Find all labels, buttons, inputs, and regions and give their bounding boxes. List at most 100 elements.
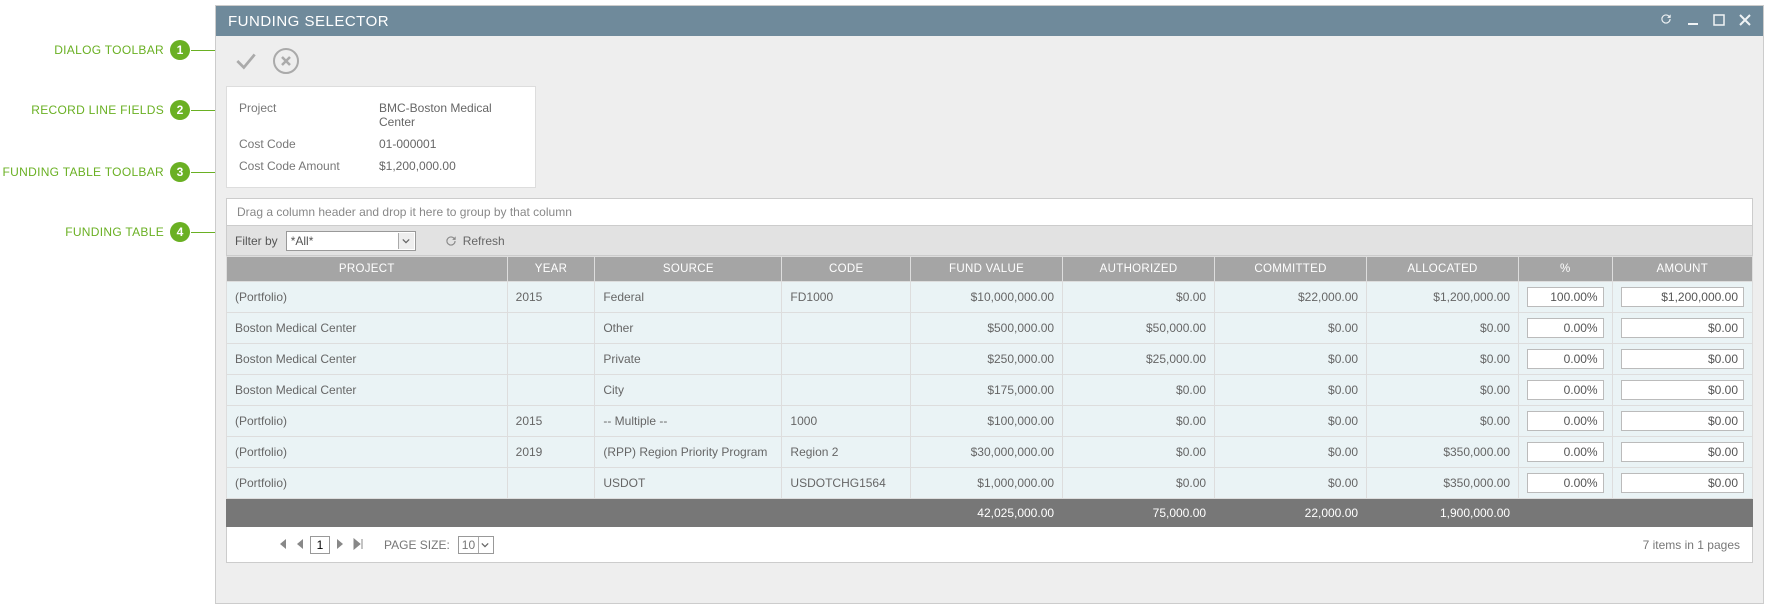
cell-amount [1612, 282, 1752, 313]
chevron-down-icon [398, 233, 414, 249]
first-page-icon[interactable] [274, 537, 290, 553]
dialog-title: FUNDING SELECTOR [228, 13, 1659, 30]
cell-authorized: $0.00 [1063, 468, 1215, 499]
last-page-icon[interactable] [350, 537, 366, 553]
cell-allocated: $350,000.00 [1367, 468, 1519, 499]
cell-source: Other [595, 313, 782, 344]
funding-selector-dialog: FUNDING SELECTOR [215, 5, 1764, 604]
cell-code: Region 2 [782, 437, 911, 468]
table-row[interactable]: Boston Medical CenterOther$500,000.00$50… [227, 313, 1753, 344]
amount-input[interactable] [1621, 473, 1744, 493]
table-row[interactable]: Boston Medical CenterCity$175,000.00$0.0… [227, 375, 1753, 406]
cell-committed: $0.00 [1215, 468, 1367, 499]
cell-pct [1519, 437, 1613, 468]
cell-project: (Portfolio) [227, 282, 508, 313]
page-input[interactable] [310, 536, 330, 554]
filter-label: Filter by [235, 234, 278, 248]
confirm-button[interactable] [231, 46, 261, 76]
cell-committed: $0.00 [1215, 406, 1367, 437]
pct-input[interactable] [1527, 473, 1604, 493]
col-fund-value[interactable]: FUND VALUE [911, 257, 1063, 282]
cell-project: (Portfolio) [227, 406, 508, 437]
col-code[interactable]: CODE [782, 257, 911, 282]
amount-input[interactable] [1621, 287, 1744, 307]
pct-input[interactable] [1527, 411, 1604, 431]
cell-pct [1519, 468, 1613, 499]
cell-fund_value: $250,000.00 [911, 344, 1063, 375]
amount-input[interactable] [1621, 380, 1744, 400]
minimize-icon[interactable] [1687, 13, 1699, 30]
col-source[interactable]: SOURCE [595, 257, 782, 282]
maximize-icon[interactable] [1713, 13, 1725, 30]
cell-pct [1519, 375, 1613, 406]
col-pct[interactable]: % [1519, 257, 1613, 282]
col-authorized[interactable]: AUTHORIZED [1063, 257, 1215, 282]
callout-badge: 3 [170, 162, 190, 182]
total-allocated: 1,900,000.00 [1367, 499, 1519, 527]
cell-year [507, 375, 595, 406]
pager: PAGE SIZE: 10 7 items in 1 pages [226, 527, 1753, 563]
callout-label: FUNDING TABLE TOOLBAR [3, 165, 164, 179]
col-year[interactable]: YEAR [507, 257, 595, 282]
refresh-button[interactable]: Refresh [444, 234, 505, 248]
cell-fund_value: $175,000.00 [911, 375, 1063, 406]
amount-input[interactable] [1621, 349, 1744, 369]
cancel-button[interactable] [273, 48, 299, 74]
cell-year: 2015 [507, 282, 595, 313]
cell-authorized: $50,000.00 [1063, 313, 1215, 344]
table-row[interactable]: (Portfolio)2015FederalFD1000$10,000,000.… [227, 282, 1753, 313]
pct-input[interactable] [1527, 349, 1604, 369]
cell-source: Federal [595, 282, 782, 313]
costcode-value: 01-000001 [379, 137, 436, 151]
amount-input[interactable] [1621, 318, 1744, 338]
table-row[interactable]: (Portfolio)2015-- Multiple --1000$100,00… [227, 406, 1753, 437]
refresh-icon[interactable] [1659, 12, 1673, 30]
prev-page-icon[interactable] [293, 537, 307, 553]
amount-value: $1,200,000.00 [379, 159, 456, 173]
pct-input[interactable] [1527, 287, 1604, 307]
cell-pct [1519, 406, 1613, 437]
cell-allocated: $1,200,000.00 [1367, 282, 1519, 313]
costcode-label: Cost Code [239, 137, 379, 151]
col-committed[interactable]: COMMITTED [1215, 257, 1367, 282]
table-row[interactable]: Boston Medical CenterPrivate$250,000.00$… [227, 344, 1753, 375]
cell-authorized: $0.00 [1063, 437, 1215, 468]
cell-code: USDOTCHG1564 [782, 468, 911, 499]
callout-label: DIALOG TOOLBAR [54, 43, 164, 57]
cell-source: (RPP) Region Priority Program [595, 437, 782, 468]
col-amount[interactable]: AMOUNT [1612, 257, 1752, 282]
amount-input[interactable] [1621, 411, 1744, 431]
table-row[interactable]: (Portfolio)2019(RPP) Region Priority Pro… [227, 437, 1753, 468]
refresh-label: Refresh [463, 234, 505, 248]
page-size-select[interactable]: 10 [458, 536, 494, 554]
cell-year: 2015 [507, 406, 595, 437]
cell-authorized: $0.00 [1063, 282, 1215, 313]
cell-year: 2019 [507, 437, 595, 468]
cell-project: (Portfolio) [227, 468, 508, 499]
cell-year [507, 344, 595, 375]
pct-input[interactable] [1527, 318, 1604, 338]
close-icon[interactable] [1739, 13, 1751, 30]
cell-fund_value: $30,000,000.00 [911, 437, 1063, 468]
cell-allocated: $0.00 [1367, 313, 1519, 344]
amount-input[interactable] [1621, 442, 1744, 462]
col-project[interactable]: PROJECT [227, 257, 508, 282]
cell-amount [1612, 468, 1752, 499]
cell-fund_value: $100,000.00 [911, 406, 1063, 437]
col-allocated[interactable]: ALLOCATED [1367, 257, 1519, 282]
project-label: Project [239, 101, 379, 129]
cell-allocated: $350,000.00 [1367, 437, 1519, 468]
pct-input[interactable] [1527, 442, 1604, 462]
total-fund-value: 42,025,000.00 [911, 499, 1063, 527]
record-line-fields: Project BMC-Boston Medical Center Cost C… [226, 86, 536, 188]
filter-select[interactable]: *All* [286, 231, 416, 251]
cell-project: (Portfolio) [227, 437, 508, 468]
totals-row: 42,025,000.00 75,000.00 22,000.00 1,900,… [227, 499, 1753, 527]
next-page-icon[interactable] [333, 537, 347, 553]
group-drop-zone[interactable]: Drag a column header and drop it here to… [226, 198, 1753, 226]
cell-committed: $0.00 [1215, 313, 1367, 344]
cell-amount [1612, 344, 1752, 375]
pct-input[interactable] [1527, 380, 1604, 400]
cell-amount [1612, 313, 1752, 344]
table-row[interactable]: (Portfolio)USDOTUSDOTCHG1564$1,000,000.0… [227, 468, 1753, 499]
